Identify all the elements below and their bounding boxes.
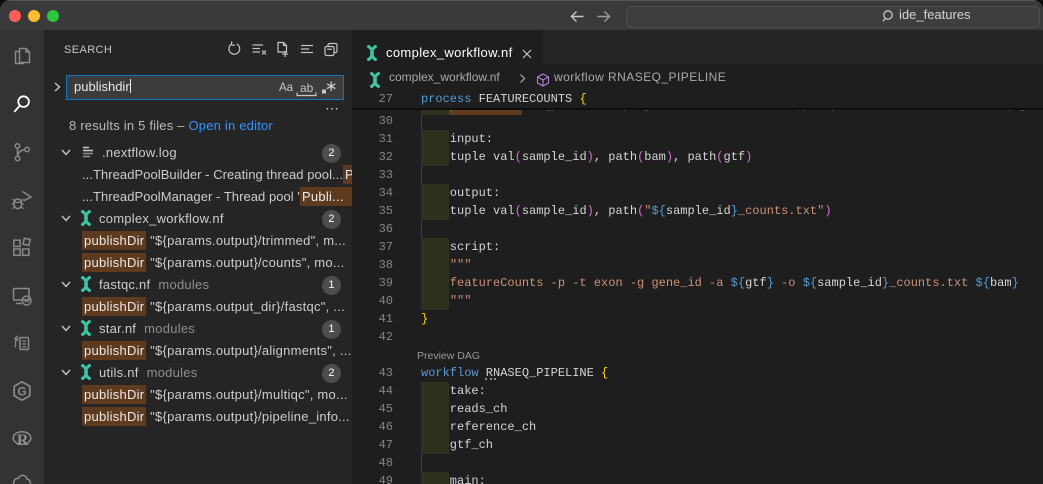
- svg-text:R: R: [17, 432, 29, 449]
- svg-text:G: G: [17, 384, 26, 398]
